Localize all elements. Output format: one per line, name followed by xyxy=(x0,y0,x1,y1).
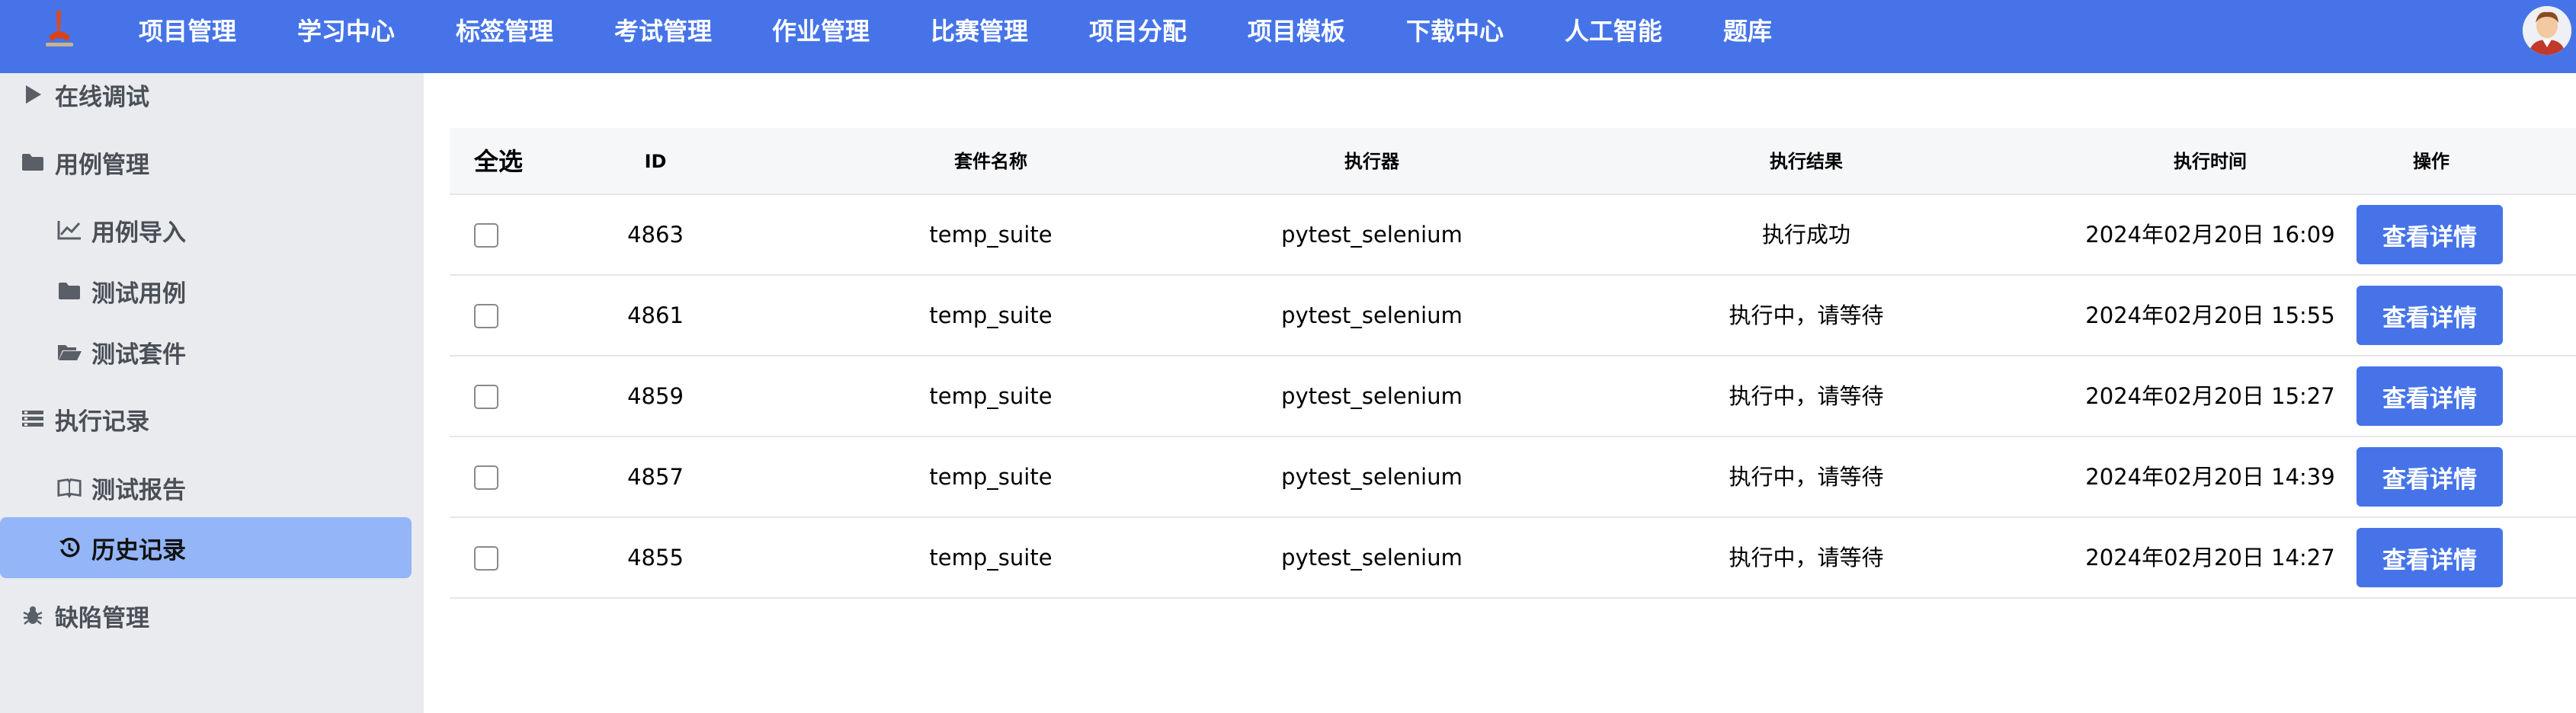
cell-id: 4855 xyxy=(627,545,684,571)
nav-item-8[interactable]: 下载中心 xyxy=(1406,0,1504,62)
row-checkbox[interactable] xyxy=(474,223,498,248)
sidebar-item-label: 历史记录 xyxy=(91,536,186,564)
sidebar-item-8[interactable]: 缺陷管理 xyxy=(0,585,412,646)
cell-id: 4861 xyxy=(627,302,684,328)
sidebar-item-4[interactable]: 测试套件 xyxy=(0,321,412,382)
sidebar-item-6[interactable]: 测试报告 xyxy=(0,457,412,518)
view-details-button[interactable]: 查看详情 xyxy=(2357,205,2503,264)
folder-open-icon xyxy=(56,339,82,365)
header-exec-time: 执行时间 xyxy=(2174,151,2247,172)
cell-result: 执行中，请等待 xyxy=(1729,545,1884,571)
sidebar: 在线调试用例管理用例导入测试用例测试套件执行记录测试报告历史记录缺陷管理 xyxy=(0,73,424,713)
table-row: 4861 temp_suite pytest_selenium 执行中，请等待 2024… xyxy=(450,276,2576,356)
view-details-button[interactable]: 查看详情 xyxy=(2357,528,2503,587)
sidebar-item-label: 用例管理 xyxy=(55,151,149,179)
table-header: 全选 ID 套件名称 执行器 执行结果 执行时间 操作 xyxy=(450,128,2576,195)
sidebar-item-1[interactable]: 用例管理 xyxy=(0,132,412,193)
row-checkbox[interactable] xyxy=(474,304,498,328)
cell-executor: pytest_selenium xyxy=(1281,302,1463,328)
cell-exec-time: 2024年02月20日 14:27 xyxy=(2085,545,2335,571)
sidebar-item-label: 缺陷管理 xyxy=(55,604,149,632)
sidebar-item-label: 测试套件 xyxy=(91,341,186,369)
table-row: 4857 temp_suite pytest_selenium 执行中，请等待 2024… xyxy=(450,437,2576,518)
row-checkbox[interactable] xyxy=(474,465,498,490)
view-details-button[interactable]: 查看详情 xyxy=(2357,447,2503,507)
nav-item-2[interactable]: 标签管理 xyxy=(456,0,553,62)
cell-exec-time: 2024年02月20日 16:09 xyxy=(2085,222,2335,248)
cell-result: 执行中，请等待 xyxy=(1729,464,1884,490)
cell-executor: pytest_selenium xyxy=(1281,222,1463,248)
nav-item-10[interactable]: 题库 xyxy=(1723,0,1772,62)
header-id: ID xyxy=(644,151,667,172)
cell-suite-name: temp_suite xyxy=(929,302,1053,328)
sidebar-item-2[interactable]: 用例导入 xyxy=(0,200,412,261)
nav-item-3[interactable]: 考试管理 xyxy=(614,0,712,62)
cell-exec-time: 2024年02月20日 15:55 xyxy=(2085,302,2335,328)
header-result: 执行结果 xyxy=(1770,151,1843,172)
nav-item-7[interactable]: 项目模板 xyxy=(1248,0,1345,62)
cell-suite-name: temp_suite xyxy=(929,464,1053,490)
cell-id: 4857 xyxy=(627,464,684,490)
table-row: 4855 temp_suite pytest_selenium 执行中，请等待 2024… xyxy=(450,518,2576,599)
row-checkbox[interactable] xyxy=(474,546,498,571)
sidebar-item-label: 测试用例 xyxy=(91,280,186,308)
cell-executor: pytest_selenium xyxy=(1281,545,1463,571)
nav-item-9[interactable]: 人工智能 xyxy=(1565,0,1662,62)
sidebar-item-0[interactable]: 在线调试 xyxy=(0,64,412,125)
history-icon xyxy=(56,535,82,561)
cell-result: 执行中，请等待 xyxy=(1729,383,1884,409)
cell-suite-name: temp_suite xyxy=(929,545,1053,571)
user-avatar[interactable] xyxy=(2523,6,2571,55)
cell-exec-time: 2024年02月20日 14:39 xyxy=(2085,464,2335,490)
table-row: 4863 temp_suite pytest_selenium 执行成功 2024年02… xyxy=(450,195,2576,276)
cell-id: 4859 xyxy=(627,383,684,409)
table-row: 4859 temp_suite pytest_selenium 执行中，请等待 2024… xyxy=(450,356,2576,437)
nav-item-6[interactable]: 项目分配 xyxy=(1089,0,1187,62)
sidebar-item-label: 用例导入 xyxy=(91,219,186,247)
nav-item-0[interactable]: 项目管理 xyxy=(139,0,236,62)
cell-suite-name: temp_suite xyxy=(929,383,1053,409)
select-all-label[interactable]: 全选 xyxy=(474,128,523,195)
nav-item-4[interactable]: 作业管理 xyxy=(772,0,870,62)
list-icon xyxy=(20,406,46,432)
sidebar-item-5[interactable]: 执行记录 xyxy=(0,388,412,449)
folder-icon xyxy=(20,149,46,175)
row-checkbox[interactable] xyxy=(474,385,498,409)
bug-icon xyxy=(20,603,46,628)
cell-suite-name: temp_suite xyxy=(929,222,1053,248)
sidebar-item-label: 测试报告 xyxy=(91,476,186,504)
folder-icon xyxy=(56,278,82,304)
cell-executor: pytest_selenium xyxy=(1281,383,1463,409)
nav-item-1[interactable]: 学习中心 xyxy=(297,0,395,62)
view-details-button[interactable]: 查看详情 xyxy=(2357,286,2503,345)
header-executor: 执行器 xyxy=(1344,151,1399,172)
header-operation: 操作 xyxy=(2413,151,2449,172)
header-suite-name: 套件名称 xyxy=(954,151,1027,172)
sidebar-item-7[interactable]: 历史记录 xyxy=(0,517,412,578)
book-icon xyxy=(56,475,82,500)
sidebar-item-3[interactable]: 测试用例 xyxy=(0,261,412,321)
nav-item-5[interactable]: 比赛管理 xyxy=(931,0,1028,62)
play-triangle-icon xyxy=(20,82,46,107)
logo-icon[interactable] xyxy=(40,8,79,52)
view-details-button[interactable]: 查看详情 xyxy=(2357,366,2503,426)
cell-executor: pytest_selenium xyxy=(1281,464,1463,490)
cell-result: 执行成功 xyxy=(1761,222,1850,248)
line-chart-icon xyxy=(56,217,82,243)
cell-result: 执行中，请等待 xyxy=(1729,302,1884,328)
sidebar-item-label: 在线调试 xyxy=(55,83,149,111)
cell-exec-time: 2024年02月20日 15:27 xyxy=(2085,383,2335,409)
top-nav-bar: 项目管理 学习中心 标签管理 考试管理 作业管理 比赛管理 项目分配 项目模板 下载中心 人工智能… xyxy=(0,0,2576,73)
cell-id: 4863 xyxy=(627,222,684,248)
sidebar-item-label: 执行记录 xyxy=(55,408,149,436)
